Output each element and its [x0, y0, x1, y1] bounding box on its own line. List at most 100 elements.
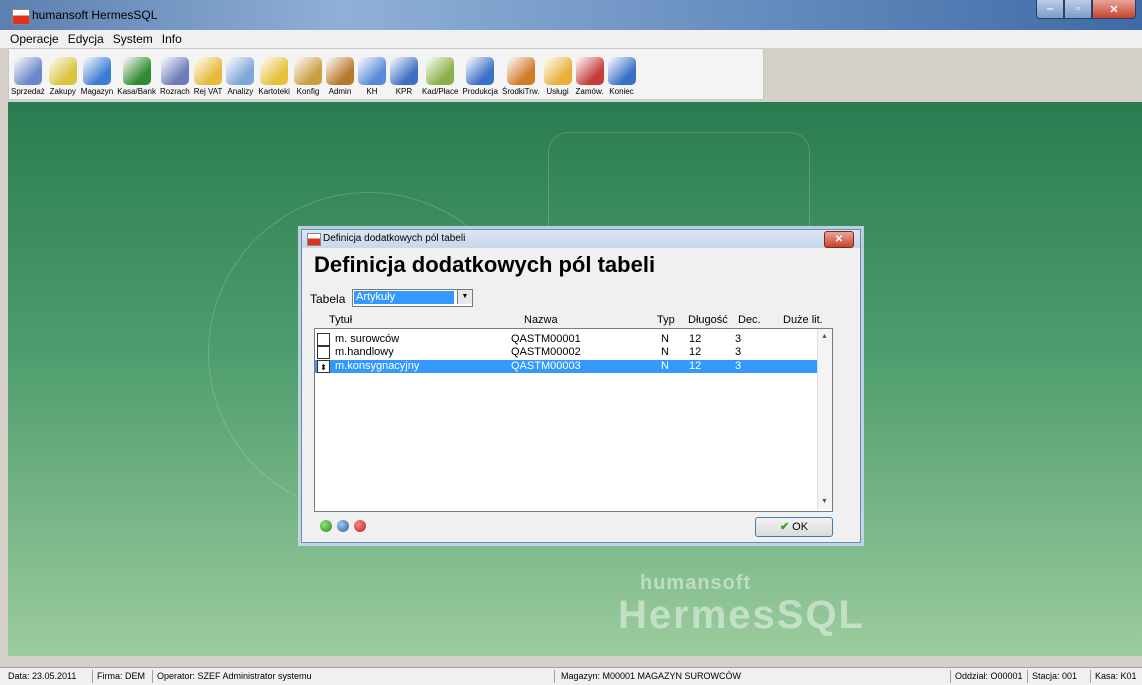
dialog-heading: Definicja dodatkowych pól tabeli: [314, 252, 656, 277]
check-icon: ✔: [779, 521, 790, 533]
main-toolbar: Sprzedaż Zakupy Magazyn Kasa/Bank Rozrach Rej…: [8, 48, 764, 100]
truck-icon: [506, 57, 535, 85]
toolbar-button-7[interactable]: Kartoteki: [256, 57, 292, 99]
delete-record-icon[interactable]: [354, 520, 366, 532]
edit-record-icon[interactable]: [337, 520, 349, 532]
status-data: Data: 23.05.2011: [8, 671, 77, 681]
toolbar-button-label: Koniec: [609, 87, 634, 96]
status-separator: [1027, 670, 1028, 683]
watermark-brand: humansoft: [640, 572, 752, 594]
menu-operacje[interactable]: Operacje: [10, 32, 59, 46]
toolbar-button-9[interactable]: Admin: [324, 57, 356, 99]
toolbar-button-label: Kad/Płace: [421, 87, 459, 96]
book-icon: [389, 57, 418, 85]
menu-bar: Operacje Edycja System Info: [0, 30, 1142, 48]
menu-info[interactable]: Info: [162, 32, 182, 46]
grid-scrollbar[interactable]: ▲ ▼: [817, 329, 832, 509]
cell-typ: N: [661, 360, 669, 372]
toolbar-button-14[interactable]: ŚrodkiTrw.: [500, 57, 542, 99]
hermes-watermark: humansoft HermesSQL: [618, 572, 865, 635]
toolbar-button-0[interactable]: Sprzedaż: [9, 57, 47, 99]
cell-dec: 3: [735, 360, 742, 372]
toolbar-button-12[interactable]: Kad/Płace: [420, 57, 460, 99]
row-edit-indicator-icon[interactable]: ⬍: [317, 360, 330, 373]
staff-icon: [426, 57, 455, 85]
toolbar-button-label: Rej VAT: [193, 87, 223, 96]
col-header-dlugosc: Długość: [688, 314, 728, 326]
toolbar-button-8[interactable]: Konfig: [292, 57, 324, 99]
cell-tytul: m.handlowy: [335, 346, 394, 358]
fields-grid: m. surowców QASTM00001 N 12 3 m.handlowy…: [314, 328, 833, 512]
watermark-product: HermesSQL: [618, 593, 865, 637]
scroll-up-icon[interactable]: ▲: [821, 333, 828, 340]
toolbar-button-label: Magazyn: [80, 87, 114, 96]
dialog-title-bar: Definicja dodatkowych pól tabeli ✕: [302, 230, 860, 248]
status-separator: [92, 670, 93, 683]
chevron-down-icon[interactable]: ▼: [457, 290, 472, 304]
production-icon: [466, 57, 495, 85]
scroll-down-icon[interactable]: ▼: [821, 498, 828, 505]
toolbar-button-13[interactable]: Produkcja: [460, 57, 500, 99]
tabela-label: Tabela: [310, 292, 346, 306]
cell-dlugosc: 12: [689, 333, 702, 345]
toolbar-button-label: KPR: [395, 87, 413, 96]
ma-wn-icon: [357, 57, 386, 85]
row-checkbox[interactable]: [317, 346, 330, 359]
add-record-icon[interactable]: [320, 520, 332, 532]
app-icon: [12, 9, 30, 25]
toolbar-button-5[interactable]: Rej VAT: [192, 57, 225, 99]
toolbar-button-16[interactable]: Zamów.: [574, 57, 606, 99]
row-checkbox[interactable]: [317, 333, 330, 346]
toolbar-button-15[interactable]: Usługi: [542, 57, 574, 99]
status-bar: Data: 23.05.2011 Firma: DEM Operator: SZ…: [0, 667, 1142, 685]
chart-icon: [226, 57, 255, 85]
maximize-button[interactable]: ▫: [1064, 0, 1092, 19]
toolbar-button-4[interactable]: Rozrach: [158, 57, 192, 99]
vat-folder-icon: [194, 57, 223, 85]
menu-edycja[interactable]: Edycja: [68, 32, 104, 46]
toolbar-button-2[interactable]: Magazyn: [79, 57, 115, 99]
window-title: humansoft HermesSQL: [32, 8, 158, 22]
cell-dec: 3: [735, 333, 742, 345]
cell-dlugosc: 12: [689, 346, 702, 358]
dialog-app-icon: [307, 233, 321, 246]
status-separator: [152, 670, 153, 683]
toolbar-button-11[interactable]: KPR: [388, 57, 420, 99]
toolbar-button-label: Konfig: [296, 87, 320, 96]
toolbar-button-17[interactable]: Koniec: [606, 57, 638, 99]
table-row[interactable]: m. surowców QASTM00001 N 12 3: [315, 333, 829, 346]
cart-icon: [48, 57, 77, 85]
cell-typ: N: [661, 346, 669, 358]
close-button[interactable]: ✕: [1092, 0, 1136, 19]
toolbar-button-1[interactable]: Zakupy: [47, 57, 79, 99]
status-firma: Firma: DEM: [97, 671, 145, 681]
col-header-nazwa: Nazwa: [524, 314, 558, 326]
cell-nazwa: QASTM00002: [511, 346, 581, 358]
toolbar-button-3[interactable]: Kasa/Bank: [115, 57, 158, 99]
status-separator: [950, 670, 951, 683]
table-row-selected[interactable]: ⬍ m.konsygnacyjny QASTM00003 N 12 3: [315, 360, 829, 373]
toolbar-button-label: Rozrach: [159, 87, 190, 96]
definition-dialog: Definicja dodatkowych pól tabeli ✕ Defin…: [301, 229, 861, 543]
folder-icon: [260, 57, 289, 85]
tabela-select-value: Artykuły: [354, 291, 454, 304]
toolbar-button-10[interactable]: KH: [356, 57, 388, 99]
ok-button[interactable]: ✔ OK: [755, 517, 833, 537]
dialog-window-title: Definicja dodatkowych pól tabeli: [323, 233, 466, 244]
toolbar-button-label: Zamów.: [575, 87, 604, 96]
toolbar-button-label: KH: [366, 87, 378, 96]
toolbar-button-label: Kartoteki: [258, 87, 290, 96]
window-title-bar: humansoft HermesSQL – ▫ ✕: [0, 0, 1142, 30]
tabela-select[interactable]: Artykuły ▼: [352, 289, 473, 307]
status-separator: [554, 670, 555, 683]
tools-icon: [293, 57, 322, 85]
table-row[interactable]: m.handlowy QASTM00002 N 12 3: [315, 346, 829, 359]
dialog-close-button[interactable]: ✕: [824, 231, 854, 248]
cell-dec: 3: [735, 346, 742, 358]
toolbar-button-6[interactable]: Analizy: [224, 57, 256, 99]
minimize-button[interactable]: –: [1036, 0, 1064, 19]
services-icon: [543, 57, 572, 85]
toolbar-button-label: ŚrodkiTrw.: [502, 87, 540, 96]
warehouse-icon: [83, 57, 112, 85]
menu-system[interactable]: System: [113, 32, 153, 46]
